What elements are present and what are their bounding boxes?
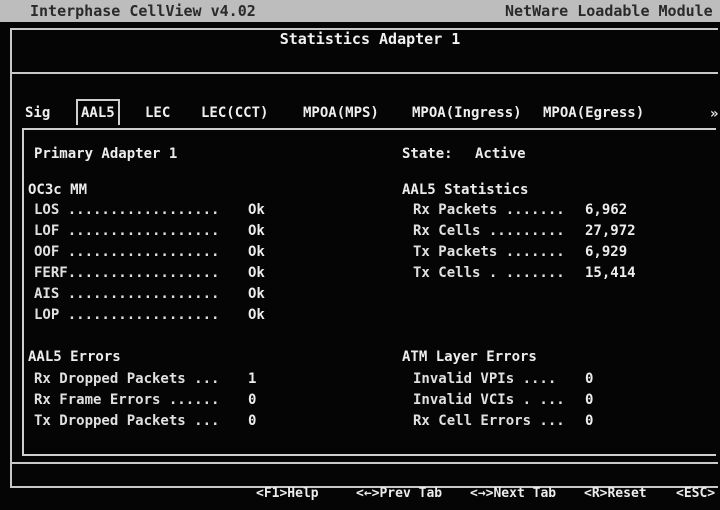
aal5-stat-value: 6,929 xyxy=(585,244,628,260)
oc3c-row-label: OOF .................. xyxy=(34,244,220,260)
aal5-error-value: 0 xyxy=(248,392,257,408)
aal5-error-value: 0 xyxy=(248,413,257,429)
adapter-label: Primary Adapter 1 xyxy=(34,146,178,162)
header-divider xyxy=(12,72,718,74)
aal5-error-label: Rx Frame Errors ...... xyxy=(34,392,220,408)
aal5-stat-value: 27,972 xyxy=(585,223,636,239)
atm-error-value: 0 xyxy=(585,413,594,429)
aal5-stat-label: Rx Packets ....... xyxy=(413,202,565,218)
aal5-stat-value: 15,414 xyxy=(585,265,636,281)
oc3c-row-label: LOS .................. xyxy=(34,202,220,218)
help-key-button[interactable]: <F1>Help xyxy=(256,486,319,501)
state-value: Active xyxy=(475,146,526,162)
tab-aal5[interactable]: AAL5 xyxy=(76,99,120,125)
aal5-errors-heading: AAL5 Errors xyxy=(28,349,121,365)
aal5-stat-label: Tx Packets ....... xyxy=(413,244,565,260)
tab-lec[interactable]: LEC xyxy=(145,104,170,122)
aal5-error-label: Tx Dropped Packets ... xyxy=(34,413,220,429)
state-label: State: xyxy=(402,146,453,162)
title-bar: Interphase CellView v4.02 NetWare Loadab… xyxy=(0,0,720,22)
atm-error-label: Rx Cell Errors ... xyxy=(413,413,565,429)
oc3c-row-label: LOP .................. xyxy=(34,307,220,323)
aal5-error-label: Rx Dropped Packets ... xyxy=(34,371,220,387)
esc-key-button[interactable]: <ESC> xyxy=(676,486,715,501)
tab-lec-cct[interactable]: LEC(CCT) xyxy=(201,104,268,122)
aal5-stats-heading: AAL5 Statistics xyxy=(402,182,529,198)
oc3c-row-value: Ok xyxy=(248,286,265,302)
aal5-stat-label: Rx Cells ......... xyxy=(413,223,565,239)
tab-mpoa-egress[interactable]: MPOA(Egress) xyxy=(543,104,644,122)
oc3c-row-value: Ok xyxy=(248,223,265,239)
more-tabs-icon[interactable]: » xyxy=(710,106,718,122)
oc3c-row-label: FERF.................. xyxy=(34,265,220,281)
atm-errors-heading: ATM Layer Errors xyxy=(402,349,537,365)
aal5-error-value: 1 xyxy=(248,371,257,387)
aal5-stat-label: Tx Cells . ....... xyxy=(413,265,565,281)
footer-divider xyxy=(12,462,718,464)
tab-mpoa-mps[interactable]: MPOA(MPS) xyxy=(303,104,379,122)
oc3c-row-value: Ok xyxy=(248,265,265,281)
oc3c-row-value: Ok xyxy=(248,202,265,218)
tab-sig[interactable]: Sig xyxy=(25,104,50,122)
aal5-stat-value: 6,962 xyxy=(585,202,628,218)
atm-error-label: Invalid VCIs . ... xyxy=(413,392,565,408)
oc3c-row-value: Ok xyxy=(248,244,265,260)
atm-error-value: 0 xyxy=(585,392,594,408)
tab-mpoa-ingress[interactable]: MPOA(Ingress) xyxy=(412,104,522,122)
app-title: Interphase CellView v4.02 xyxy=(30,2,256,20)
oc3c-row-value: Ok xyxy=(248,307,265,323)
oc3c-heading: OC3c MM xyxy=(28,182,88,198)
reset-key-button[interactable]: <R>Reset xyxy=(584,486,647,501)
next-tab-key-button[interactable]: <→>Next Tab xyxy=(470,486,556,501)
oc3c-row-label: AIS .................. xyxy=(34,286,220,302)
page-title: Statistics Adapter 1 xyxy=(279,30,461,48)
atm-error-value: 0 xyxy=(585,371,594,387)
oc3c-row-label: LOF .................. xyxy=(34,223,220,239)
atm-error-label: Invalid VPIs .... xyxy=(413,371,557,387)
module-label: NetWare Loadable Module xyxy=(505,2,713,20)
prev-tab-key-button[interactable]: <←>Prev Tab xyxy=(356,486,442,501)
